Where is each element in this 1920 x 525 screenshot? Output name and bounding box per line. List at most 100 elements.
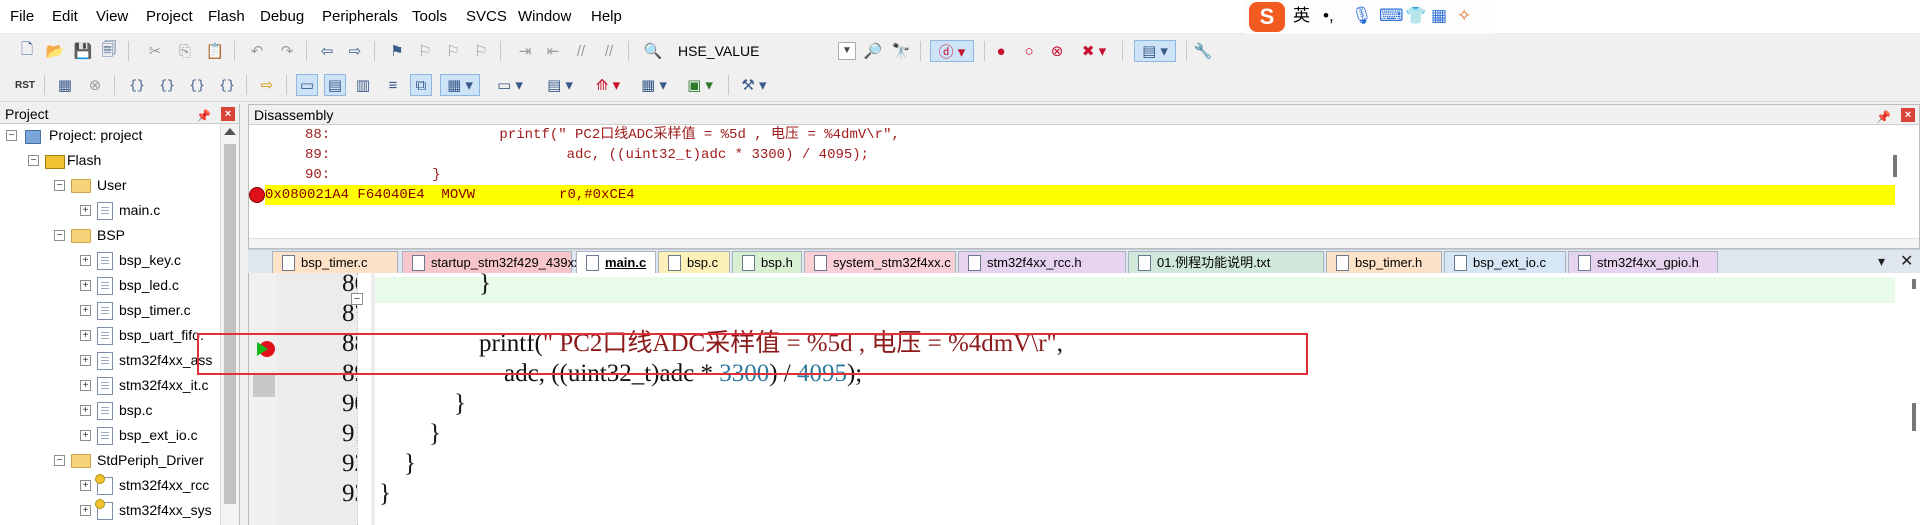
bookmark-icon[interactable]: ⚑ bbox=[386, 40, 408, 62]
disable-breakpoint-icon[interactable]: ○ bbox=[1018, 40, 1040, 62]
editor-scroll-thumb[interactable] bbox=[1912, 403, 1916, 431]
step-into-icon[interactable]: {} bbox=[126, 74, 148, 96]
toolbox-icon[interactable]: ✧ bbox=[1457, 5, 1471, 27]
tab-bsp-c[interactable]: bsp.c bbox=[658, 251, 730, 274]
system-viewer-button[interactable]: ▣ ▾ bbox=[680, 74, 720, 96]
tab-bsp-ext-io-c[interactable]: bsp_ext_io.c bbox=[1444, 251, 1566, 274]
collapse-icon[interactable]: − bbox=[54, 180, 65, 191]
code-editor[interactable]: 86 87 88 89 90 91 92 93 − } printf(" PC2口线ADC采样值… bbox=[248, 270, 1920, 525]
disassembly-body[interactable]: 88: printf(" PC2口线ADC采样值 = %5d , 电压 = %4… bbox=[249, 125, 1899, 246]
disassembly-window-icon[interactable]: ▤ bbox=[324, 74, 346, 96]
skin-icon[interactable]: 👕 bbox=[1405, 5, 1426, 27]
sogou-logo-icon[interactable]: S bbox=[1249, 2, 1285, 32]
menu-window[interactable]: Window bbox=[518, 8, 571, 25]
tree-item[interactable]: − StdPeriph_Driver bbox=[54, 448, 204, 473]
call-stack-window-icon[interactable]: ⧉ bbox=[410, 74, 432, 96]
configure-icon[interactable]: 🔧 bbox=[1192, 40, 1214, 62]
cut-icon[interactable]: ✂ bbox=[144, 40, 166, 62]
tree-item[interactable]: + stm32f4xx_sys bbox=[80, 498, 212, 523]
close-tab-icon[interactable]: ✕ bbox=[1900, 251, 1913, 271]
breakpoint-icon[interactable] bbox=[249, 187, 265, 203]
tree-item[interactable]: − User bbox=[54, 173, 127, 198]
registers-window-icon[interactable]: ≡ bbox=[382, 74, 404, 96]
menu-help[interactable]: Help bbox=[591, 8, 622, 25]
clear-bookmarks-icon[interactable]: ⚐ bbox=[470, 40, 492, 62]
paste-icon[interactable]: 📋 bbox=[204, 40, 226, 62]
show-next-statement-icon[interactable]: ⇨ bbox=[256, 74, 278, 96]
stop-icon[interactable]: ⊗ bbox=[84, 74, 106, 96]
project-scrollbar[interactable] bbox=[220, 124, 239, 525]
menu-view[interactable]: View bbox=[96, 8, 128, 25]
prev-bookmark-icon[interactable]: ⚐ bbox=[414, 40, 436, 62]
menu-project[interactable]: Project bbox=[146, 8, 193, 25]
expand-icon[interactable]: + bbox=[80, 255, 91, 266]
define-combo[interactable]: HSE_VALUE ▼ bbox=[670, 40, 856, 62]
pin-icon[interactable]: 📌 bbox=[1876, 107, 1891, 127]
next-bookmark-icon[interactable]: ⚐ bbox=[442, 40, 464, 62]
nav-back-icon[interactable]: ⇦ bbox=[316, 40, 338, 62]
tab-stm32f4xx-rcc-h[interactable]: stm32f4xx_rcc.h bbox=[958, 251, 1126, 274]
comment-icon[interactable]: // bbox=[570, 40, 592, 62]
unindent-icon[interactable]: ⇤ bbox=[542, 40, 564, 62]
open-file-icon[interactable]: 📂 bbox=[44, 40, 66, 62]
tab-bsp-h[interactable]: bsp.h bbox=[732, 251, 802, 274]
memory-window-button[interactable]: ▭ ▾ bbox=[490, 74, 530, 96]
tree-item[interactable]: + bsp_ext_io.c bbox=[80, 423, 198, 448]
undo-icon[interactable]: ↶ bbox=[246, 40, 268, 62]
tree-item[interactable]: + stm32f4xx_it.c bbox=[80, 373, 208, 398]
save-icon[interactable]: 💾 bbox=[72, 40, 94, 62]
menu-flash[interactable]: Flash bbox=[208, 8, 245, 25]
collapse-icon[interactable]: − bbox=[54, 230, 65, 241]
tree-item[interactable]: + stm32f4xx_rcc bbox=[80, 473, 209, 498]
menu-peripherals[interactable]: Peripherals bbox=[322, 8, 398, 25]
nav-forward-icon[interactable]: ⇨ bbox=[344, 40, 366, 62]
tree-item[interactable]: + bsp_key.c bbox=[80, 248, 181, 273]
step-out-icon[interactable]: {} bbox=[186, 74, 208, 96]
apps-icon[interactable]: ▦ bbox=[1431, 5, 1447, 27]
expand-icon[interactable]: + bbox=[80, 330, 91, 341]
run-to-cursor-icon[interactable]: {} bbox=[216, 74, 238, 96]
scroll-up-icon[interactable] bbox=[224, 128, 236, 135]
chevron-down-icon[interactable]: ▼ bbox=[838, 42, 856, 60]
save-all-icon[interactable]: 🗐 bbox=[98, 40, 120, 62]
tree-item[interactable]: − BSP bbox=[54, 223, 125, 248]
insert-breakpoint-icon[interactable]: ● bbox=[990, 40, 1012, 62]
uncomment-icon[interactable]: // bbox=[598, 40, 620, 62]
mic-icon[interactable]: 🎙 bbox=[1351, 5, 1373, 27]
expand-icon[interactable]: + bbox=[80, 380, 91, 391]
tab-main-c[interactable]: main.c bbox=[576, 251, 656, 275]
collapse-icon[interactable]: − bbox=[6, 130, 17, 141]
tree-item[interactable]: − Project: project bbox=[6, 124, 142, 148]
kill-all-breakpoints-icon[interactable]: ✖ ▾ bbox=[1076, 40, 1112, 62]
fold-margin[interactable]: − bbox=[351, 273, 371, 525]
collapse-icon[interactable]: − bbox=[28, 155, 39, 166]
punctuation-toggle[interactable]: •, bbox=[1323, 5, 1334, 27]
expand-icon[interactable]: + bbox=[80, 280, 91, 291]
expand-icon[interactable]: + bbox=[80, 355, 91, 366]
redo-icon[interactable]: ↷ bbox=[276, 40, 298, 62]
expand-icon[interactable]: + bbox=[80, 205, 91, 216]
menu-debug[interactable]: Debug bbox=[260, 8, 304, 25]
tree-item[interactable]: − Flash bbox=[28, 148, 101, 173]
menu-tools[interactable]: Tools bbox=[412, 8, 447, 25]
expand-icon[interactable]: + bbox=[80, 480, 91, 491]
tree-item[interactable]: + main.c bbox=[80, 198, 160, 223]
breakpoint-gutter[interactable] bbox=[249, 273, 277, 525]
analysis-window-button[interactable]: ⟰ ▾ bbox=[588, 74, 628, 96]
copy-icon[interactable]: ⎘ bbox=[174, 40, 196, 62]
tree-item[interactable]: + bsp_led.c bbox=[80, 273, 179, 298]
find-in-files-icon[interactable]: 🔍 bbox=[642, 40, 664, 62]
expand-icon[interactable]: + bbox=[80, 505, 91, 516]
reset-button[interactable]: RST bbox=[14, 74, 36, 96]
keyboard-icon[interactable]: ⌨ bbox=[1379, 5, 1404, 27]
close-icon[interactable]: × bbox=[1901, 108, 1915, 122]
disassembly-scroll-thumb[interactable] bbox=[1893, 155, 1897, 177]
step-over-icon[interactable]: {} bbox=[156, 74, 178, 96]
symbols-window-icon[interactable]: ▥ bbox=[352, 74, 374, 96]
expand-icon[interactable]: + bbox=[80, 305, 91, 316]
new-file-icon[interactable]: 🗋 bbox=[16, 40, 38, 62]
disable-all-breakpoints-icon[interactable]: ⊗ bbox=[1046, 40, 1068, 62]
tree-item[interactable]: + bsp_uart_fifo. bbox=[80, 323, 204, 348]
tree-item[interactable]: + stm32f4xx_ass bbox=[80, 348, 212, 373]
collapse-icon[interactable]: − bbox=[54, 455, 65, 466]
